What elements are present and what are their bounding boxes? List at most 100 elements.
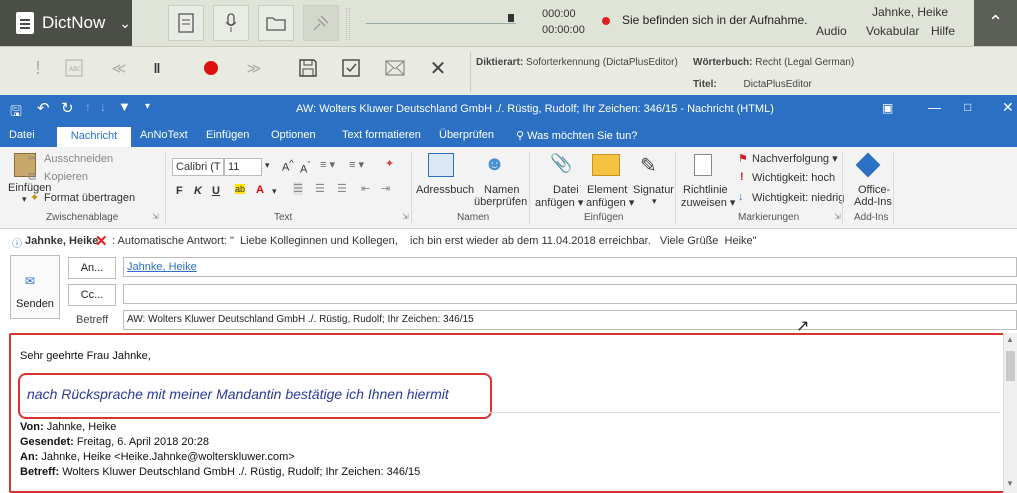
- signature-button[interactable]: Signatur: [633, 184, 674, 196]
- chevron-down-icon[interactable]: ▾: [652, 196, 657, 207]
- chevron-down-icon[interactable]: ▾: [22, 194, 27, 205]
- group-label-names: Namen: [457, 212, 490, 223]
- chevron-down-icon[interactable]: ▾: [272, 186, 277, 197]
- policy-label-1[interactable]: Richtlinie: [683, 184, 728, 196]
- bold-icon[interactable]: F: [176, 185, 183, 197]
- arrow-up-icon[interactable]: ↑: [85, 100, 91, 114]
- tab-annotext[interactable]: AnNoText: [140, 129, 188, 141]
- attach-file-text: anfügen: [535, 197, 575, 209]
- dialog-launcher-icon[interactable]: ⇲: [152, 212, 159, 221]
- increase-indent-icon[interactable]: ⇥: [381, 182, 390, 195]
- low-importance-button[interactable]: Wichtigkeit: niedrig: [752, 192, 844, 204]
- redo-icon[interactable]: ↻: [61, 99, 74, 117]
- body-scrollbar[interactable]: ▲ ▼: [1003, 333, 1017, 493]
- user-name: Jahnke, Heike: [872, 5, 949, 19]
- tab-file[interactable]: Datei: [9, 129, 35, 141]
- check-names-label-1[interactable]: Namen: [484, 184, 519, 196]
- record-button[interactable]: [195, 52, 227, 84]
- envelope-attach-icon: [592, 154, 620, 176]
- align-center-icon[interactable]: ☰: [315, 182, 325, 195]
- to-button[interactable]: An...: [68, 257, 116, 279]
- text-insert-button[interactable]: ABC: [58, 52, 90, 84]
- close-icon[interactable]: ✕: [95, 232, 108, 250]
- check-names-label-2[interactable]: überprüfen: [474, 196, 527, 208]
- decrease-indent-icon[interactable]: ⇤: [361, 182, 370, 195]
- cc-field[interactable]: [123, 284, 1017, 304]
- arrow-down-icon[interactable]: ↓: [100, 100, 106, 114]
- attach-file-label-2[interactable]: anfügen ▾: [535, 196, 583, 209]
- cc-button[interactable]: Cc...: [68, 284, 116, 306]
- shrink-font-icon[interactable]: Aˇ: [300, 160, 310, 176]
- customize-quick-access-icon[interactable]: ▾: [145, 101, 150, 112]
- office-addins-label-2[interactable]: Add-Ins: [854, 196, 892, 208]
- high-importance-button[interactable]: Wichtigkeit: hoch: [752, 172, 835, 184]
- discard-button[interactable]: ✕: [422, 52, 454, 84]
- marker-button[interactable]: !: [22, 52, 54, 84]
- format-painter-button[interactable]: Format übertragen: [44, 192, 135, 204]
- close-icon[interactable]: ✕: [1002, 99, 1014, 116]
- chevron-down-icon[interactable]: ▾: [265, 160, 270, 171]
- accept-button[interactable]: [335, 52, 367, 84]
- scrollbar-thumb[interactable]: [1006, 351, 1015, 381]
- to-recipient[interactable]: Jahnke, Heike: [127, 261, 197, 273]
- tab-options[interactable]: Optionen: [271, 129, 316, 141]
- dialog-launcher-icon[interactable]: ⇲: [402, 212, 409, 221]
- tell-me-search[interactable]: ⚲ Was möchten Sie tun?: [516, 129, 637, 142]
- send-button[interactable]: ✉ Senden: [10, 255, 60, 319]
- clear-format-icon[interactable]: ✦: [385, 157, 394, 170]
- font-size-select[interactable]: 11: [224, 158, 262, 176]
- collapse-button[interactable]: ⌃: [974, 0, 1017, 46]
- bullets-icon[interactable]: ≡ ▾: [320, 158, 335, 171]
- font-name-select[interactable]: Calibri (T: [172, 158, 224, 176]
- policy-label-2[interactable]: zuweisen ▾: [681, 196, 735, 209]
- recording-position-track[interactable]: [366, 23, 516, 24]
- pin-button[interactable]: [303, 5, 339, 41]
- follow-up-button[interactable]: Nachverfolgung ▾: [752, 152, 838, 165]
- send-mail-button[interactable]: [379, 52, 411, 84]
- menu-help[interactable]: Hilfe: [931, 24, 955, 38]
- rewind-button[interactable]: ≪: [103, 52, 135, 84]
- scroll-up-icon[interactable]: ▲: [1006, 335, 1014, 344]
- subject-field[interactable]: AW: Wolters Kluwer Deutschland GmbH ./. …: [123, 310, 1017, 330]
- tab-insert[interactable]: Einfügen: [206, 129, 249, 141]
- align-left-icon[interactable]: ☰: [293, 182, 303, 195]
- microphone-button[interactable]: [213, 5, 249, 41]
- align-right-icon[interactable]: ☰: [337, 182, 347, 195]
- office-addins-label-1[interactable]: Office-: [858, 184, 890, 196]
- scroll-down-icon[interactable]: ▼: [1006, 479, 1014, 488]
- dictate-icon[interactable]: ▼: [118, 99, 131, 114]
- dialog-launcher-icon[interactable]: ⇲: [834, 212, 841, 221]
- underline-icon[interactable]: U: [212, 185, 220, 197]
- copy-button[interactable]: Kopieren: [44, 171, 88, 183]
- tab-format-text[interactable]: Text formatieren: [342, 129, 421, 141]
- tab-review[interactable]: Überprüfen: [439, 129, 494, 141]
- attach-item-label-1[interactable]: Element: [587, 184, 627, 196]
- group-label-text: Text: [274, 212, 293, 223]
- to-field[interactable]: Jahnke, Heike: [123, 257, 1017, 277]
- tab-message[interactable]: Nachricht: [57, 127, 131, 147]
- menu-vocabulary[interactable]: Vokabular: [866, 24, 919, 38]
- forward-button[interactable]: ≫: [238, 52, 270, 84]
- attach-file-label-1[interactable]: Datei: [553, 184, 579, 196]
- save-icon[interactable]: 🖫: [10, 101, 22, 125]
- font-color-icon[interactable]: A: [256, 184, 264, 196]
- undo-icon[interactable]: ↶: [37, 99, 50, 117]
- attach-item-label-2[interactable]: anfügen ▾: [586, 196, 634, 209]
- grow-font-icon[interactable]: A^: [282, 158, 294, 174]
- italic-icon[interactable]: K: [194, 185, 202, 197]
- pause-button[interactable]: ‖: [141, 52, 173, 84]
- highlight-icon[interactable]: ab: [235, 184, 246, 194]
- maximize-icon[interactable]: □: [964, 100, 971, 114]
- save-button[interactable]: [292, 52, 324, 84]
- numbering-icon[interactable]: ≡ ▾: [349, 158, 364, 171]
- dictated-text: nach Rücksprache mit meiner Mandantin be…: [27, 386, 449, 402]
- dictnow-app-menu[interactable]: DictNow ⌄: [0, 0, 132, 46]
- quoted-to: An: Jahnke, Heike <Heike.Jahnke@woltersk…: [20, 450, 420, 465]
- folder-button[interactable]: [258, 5, 294, 41]
- address-book-button[interactable]: Adressbuch: [416, 184, 474, 196]
- cut-button[interactable]: Ausschneiden: [44, 153, 113, 165]
- text-document-button[interactable]: [168, 5, 204, 41]
- ribbon-display-icon[interactable]: ▣: [882, 101, 893, 115]
- minimize-icon[interactable]: —: [928, 100, 941, 115]
- menu-audio[interactable]: Audio: [816, 24, 847, 38]
